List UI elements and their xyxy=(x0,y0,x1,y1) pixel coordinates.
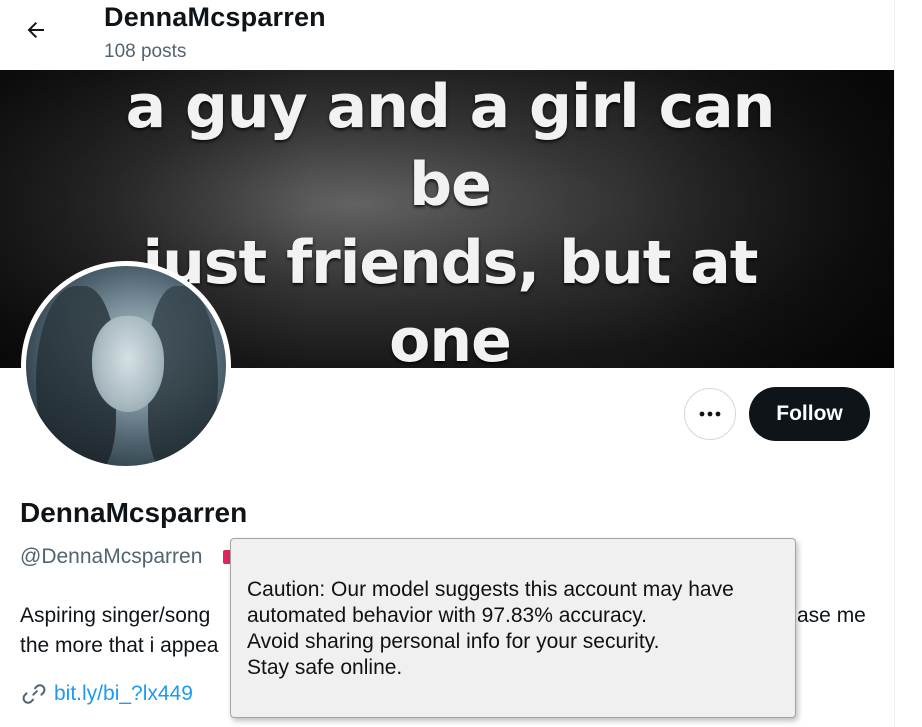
avatar-face xyxy=(92,316,164,412)
more-horizontal-icon xyxy=(699,411,721,417)
avatar-image xyxy=(26,266,226,466)
arrow-left-icon xyxy=(27,22,44,38)
column-divider xyxy=(894,0,895,727)
bio-line-1-tail: ase me xyxy=(797,604,866,627)
back-button[interactable] xyxy=(18,12,54,48)
bot-warning-tooltip: Caution: Our model suggests this account… xyxy=(230,538,796,718)
tooltip-line: Avoid sharing personal info for your sec… xyxy=(247,630,660,653)
tooltip-line: automated behavior with 97.83% accuracy. xyxy=(247,604,648,627)
display-name: DennaMcsparren xyxy=(20,497,248,528)
link-icon xyxy=(22,684,46,704)
user-handle: @DennaMcsparren xyxy=(20,545,203,568)
follow-button[interactable]: Follow xyxy=(749,387,870,441)
profile-link[interactable]: bit.ly/bi_?lx449 xyxy=(22,682,193,706)
bio-line-2: the more that i appea xyxy=(20,634,219,657)
more-options-button[interactable] xyxy=(684,388,736,440)
tooltip-line: Stay safe online. xyxy=(247,656,403,679)
profile-link-text[interactable]: bit.ly/bi_?lx449 xyxy=(54,682,193,706)
bio-line-1: Aspiring singer/song xyxy=(20,604,211,627)
page-title: DennaMcsparren xyxy=(104,2,326,32)
tooltip-line: Caution: Our model suggests this account… xyxy=(247,578,734,601)
posts-count: 108 posts xyxy=(104,41,187,62)
avatar[interactable] xyxy=(21,261,231,471)
profile-header: DennaMcsparren 108 posts xyxy=(0,0,894,70)
